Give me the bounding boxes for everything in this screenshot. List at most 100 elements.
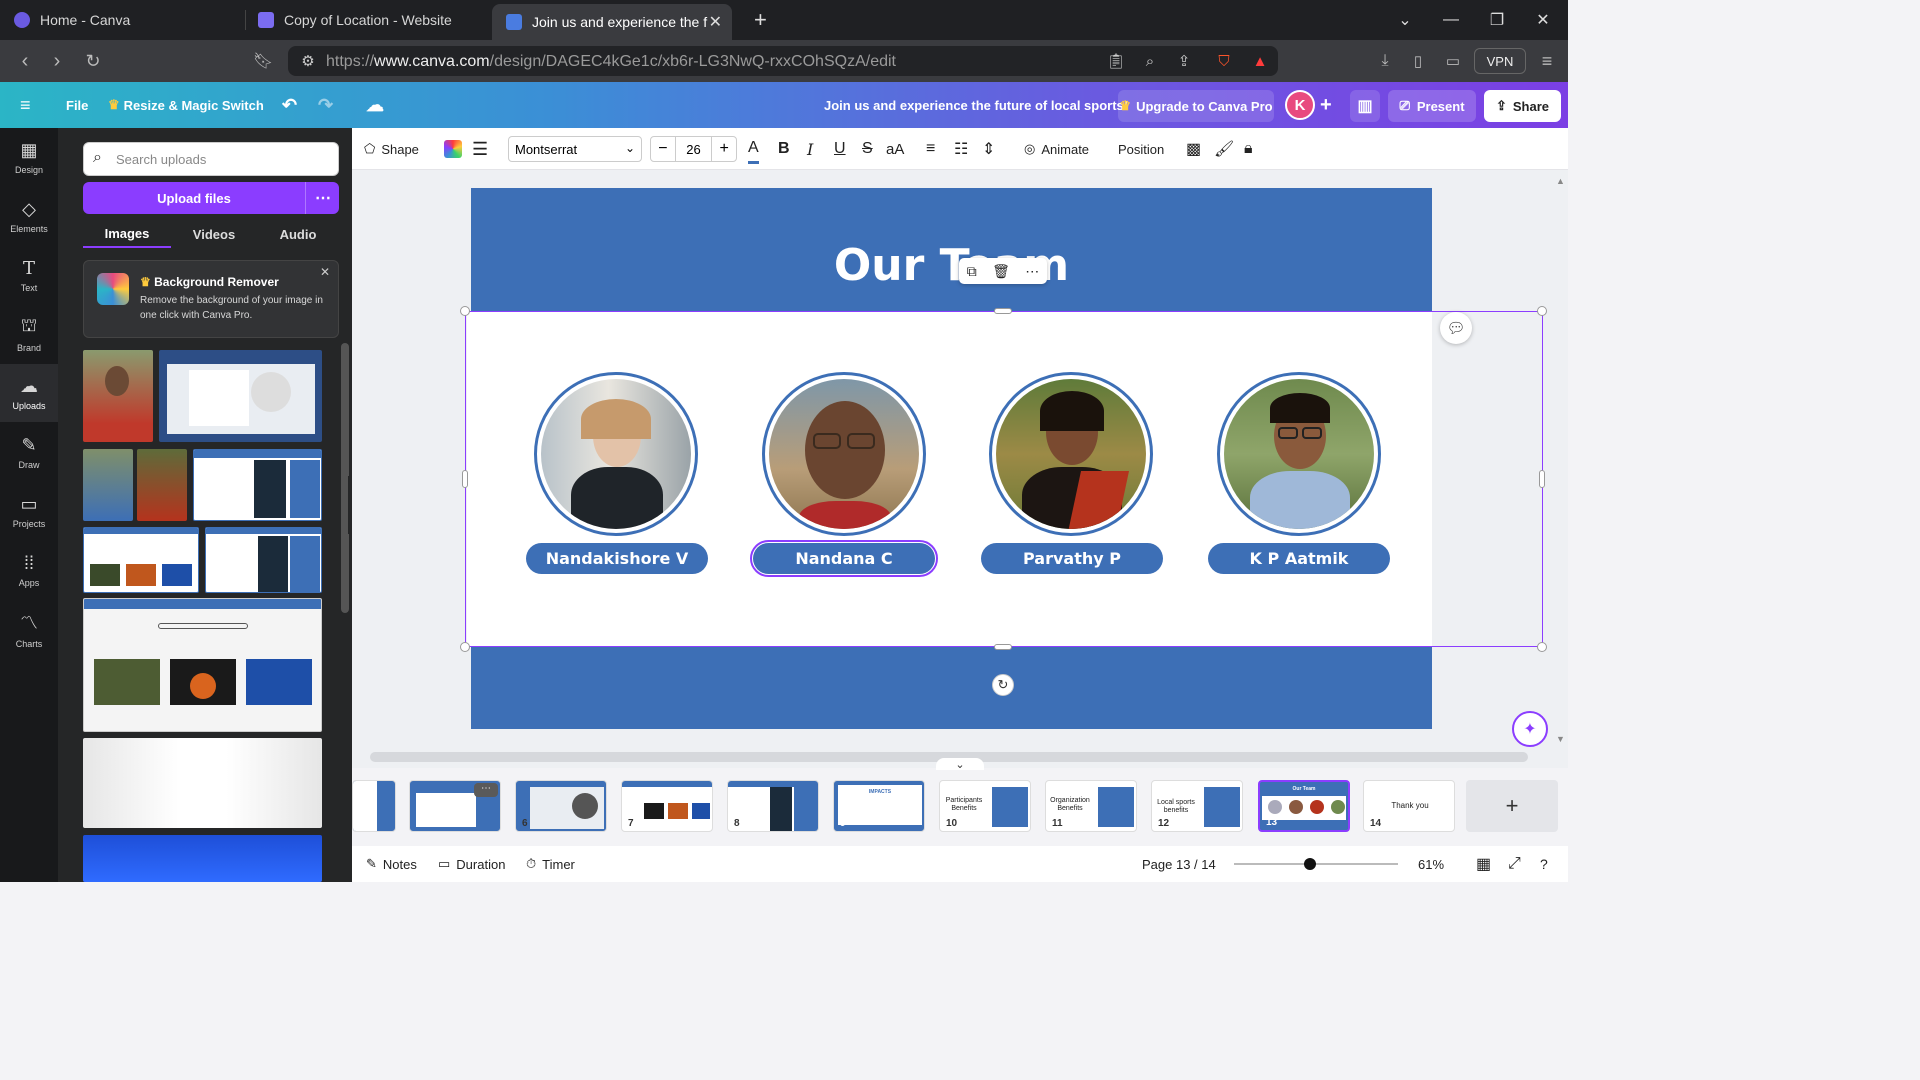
bold-icon[interactable]: B xyxy=(778,128,790,170)
invite-plus-icon[interactable]: + xyxy=(1320,82,1332,128)
new-tab-button[interactable]: + xyxy=(740,0,770,40)
uploaded-image-sports-hub-small[interactable] xyxy=(83,527,199,593)
resize-handle[interactable] xyxy=(994,644,1012,650)
text-color-icon[interactable]: A xyxy=(748,134,759,164)
more-options-icon[interactable]: ⋯ xyxy=(307,182,339,214)
position-button[interactable]: Position xyxy=(1118,128,1164,170)
underline-icon[interactable]: U xyxy=(834,128,846,170)
duplicate-icon[interactable]: ⧉ xyxy=(967,263,977,280)
more-icon[interactable]: ⋯ xyxy=(1025,263,1039,280)
resize-handle[interactable] xyxy=(460,642,470,652)
avatar[interactable]: K xyxy=(1285,90,1315,120)
downloads-icon[interactable]: ⤓ xyxy=(1372,48,1398,74)
scroll-up-icon[interactable]: ▲ xyxy=(1556,176,1565,186)
menu-icon[interactable]: ≡ xyxy=(1534,48,1560,74)
rail-uploads[interactable]: ☁ Uploads xyxy=(0,364,58,422)
share-button[interactable]: ⇪ Share xyxy=(1484,90,1561,122)
page-thumbnail[interactable]: Thank you 14 xyxy=(1363,780,1455,832)
site-settings-icon[interactable]: ⚙ xyxy=(298,51,318,71)
notes-button[interactable]: ✎ Notes xyxy=(366,846,417,882)
browser-tab-location[interactable]: Copy of Location - Website xyxy=(244,0,490,40)
uploaded-image-activity-page[interactable] xyxy=(193,449,322,521)
font-family-dropdown[interactable]: Montserrat ⌄ xyxy=(508,136,642,162)
slide-title[interactable]: Our Team xyxy=(471,240,1432,291)
copy-style-icon[interactable]: 🖌︎ xyxy=(1214,128,1234,170)
tab-search-chevron-icon[interactable]: ⌄ xyxy=(1382,0,1428,40)
search-uploads-input[interactable]: ⌕ Search uploads xyxy=(83,142,339,176)
zoom-slider[interactable] xyxy=(1234,858,1398,870)
transparency-icon[interactable]: ▩ xyxy=(1186,128,1201,170)
close-tab-icon[interactable]: ✕ xyxy=(709,12,722,32)
uploaded-image-blue-stadium[interactable] xyxy=(83,835,322,882)
animate-button[interactable]: ◎ Animate xyxy=(1024,128,1089,170)
insights-chart-icon[interactable]: ▥ xyxy=(1350,90,1380,122)
resize-handle[interactable] xyxy=(1537,642,1547,652)
uploaded-image-parvathy[interactable] xyxy=(137,449,187,521)
page-thumbnail[interactable]: Participants Benefits 10 xyxy=(939,780,1031,832)
page-thumbnail[interactable]: ⋯ 5 xyxy=(409,780,501,832)
resize-magic-switch-button[interactable]: ♛ Resize & Magic Switch xyxy=(108,82,264,128)
redo-icon[interactable]: ↷ xyxy=(318,82,333,128)
resize-handle[interactable] xyxy=(1537,306,1547,316)
minimize-icon[interactable]: — xyxy=(1428,0,1474,40)
upgrade-button[interactable]: ♛ Upgrade to Canva Pro xyxy=(1118,90,1274,122)
resize-handle[interactable] xyxy=(1539,470,1545,488)
bullet-list-icon[interactable]: ☷ xyxy=(954,128,968,170)
spacing-icon[interactable]: ⇕ xyxy=(982,128,995,170)
delete-icon[interactable]: 🗑︎ xyxy=(992,263,1010,280)
resize-handle[interactable] xyxy=(994,308,1012,314)
shape-button[interactable]: ⬠ Shape xyxy=(364,128,419,170)
forward-icon[interactable]: › xyxy=(44,48,70,74)
bookmark-icon[interactable]: 🔖︎ xyxy=(250,48,276,74)
page-thumbnail-current[interactable]: Our Team 13 xyxy=(1258,780,1350,832)
page-thumbnail[interactable]: IMPACTS 9 xyxy=(833,780,925,832)
letter-case-icon[interactable]: aA xyxy=(886,128,904,170)
browser-tab-active[interactable]: Join us and experience the futur ✕ xyxy=(492,4,732,40)
font-size-input[interactable]: 26 xyxy=(674,136,713,162)
rail-brand[interactable]: ⛫ Brand xyxy=(0,305,58,363)
rail-design[interactable]: ▦ Design xyxy=(0,128,58,186)
timer-button[interactable]: ⏱︎ Timer xyxy=(526,846,575,882)
brave-shield-icon[interactable]: ⛉ xyxy=(1214,51,1234,71)
tab-videos[interactable]: Videos xyxy=(171,220,257,248)
rail-elements[interactable]: ◇ Elements xyxy=(0,187,58,245)
italic-icon[interactable]: I xyxy=(807,128,813,170)
close-window-icon[interactable]: ✕ xyxy=(1520,0,1566,40)
back-icon[interactable]: ‹ xyxy=(12,48,38,74)
rail-projects[interactable]: ▭ Projects xyxy=(0,482,58,540)
file-menu[interactable]: File xyxy=(66,82,88,128)
uploaded-image-activity-page-2[interactable] xyxy=(205,527,322,593)
page-thumbnail[interactable]: Organization Benefits 11 xyxy=(1045,780,1137,832)
color-picker-icon[interactable] xyxy=(444,140,462,158)
font-size-stepper[interactable]: − 26 + xyxy=(650,136,737,162)
page-thumbnail[interactable]: 7 xyxy=(621,780,713,832)
uploaded-image-portrait[interactable] xyxy=(83,350,153,442)
comment-icon[interactable]: 💬︎ xyxy=(1440,312,1472,344)
lock-icon[interactable]: 🔒︎ xyxy=(1244,128,1253,170)
vpn-button[interactable]: VPN xyxy=(1474,48,1526,74)
page-thumbnail[interactable]: Local sports benefits 12 xyxy=(1151,780,1243,832)
clipboard-icon[interactable]: 📋︎ xyxy=(1106,51,1126,71)
zoom-icon[interactable]: ⌕ xyxy=(1140,51,1160,71)
zoom-level[interactable]: 61% xyxy=(1418,846,1444,882)
zoom-slider-handle[interactable] xyxy=(1304,858,1316,870)
add-page-button[interactable]: + xyxy=(1466,780,1558,832)
uploaded-image-aatmik[interactable] xyxy=(83,449,133,521)
rail-text[interactable]: T Text xyxy=(0,246,58,304)
url-field[interactable]: ⚙ https://www.canva.com/design/DAGEC4kGe… xyxy=(288,46,1278,76)
page-thumbnail[interactable]: 6 xyxy=(515,780,607,832)
close-promo-icon[interactable]: ✕ xyxy=(320,265,330,279)
magic-sparkle-icon[interactable]: ✦ xyxy=(1512,711,1548,747)
uploaded-image-sports-hub-page[interactable] xyxy=(83,598,322,732)
page-more-icon[interactable]: ⋯ xyxy=(474,783,498,797)
page-thumbnail[interactable] xyxy=(352,780,396,832)
sidebar-toggle-icon[interactable]: ▯ xyxy=(1405,48,1431,74)
rail-apps[interactable]: ⁞⁞ Apps xyxy=(0,541,58,599)
hamburger-menu-icon[interactable]: ≡ xyxy=(20,82,31,128)
align-center-icon[interactable]: ≡ xyxy=(926,128,935,170)
chevron-down-icon[interactable]: ⌄ xyxy=(936,758,984,771)
rail-charts[interactable]: 〽 Charts xyxy=(0,600,58,658)
page-indicator[interactable]: Page 13 / 14 xyxy=(1142,846,1216,882)
maximize-icon[interactable]: ❐ xyxy=(1474,0,1520,40)
cloud-saved-icon[interactable]: ☁ xyxy=(366,82,384,128)
